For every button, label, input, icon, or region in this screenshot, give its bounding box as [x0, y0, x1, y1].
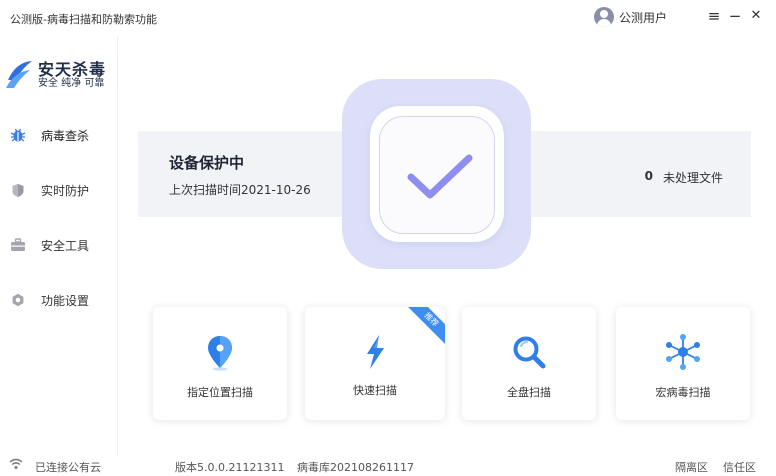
logo-mark-icon	[4, 58, 34, 92]
sidebar-item-realtime-protection[interactable]: 实时防护	[0, 172, 117, 208]
location-pin-icon	[200, 332, 240, 372]
version-label: 版本5.0.0.21121311	[175, 461, 285, 474]
tile-label: 快速扫描	[353, 384, 397, 397]
last-scan-time: 上次扫描时间2021-10-26	[169, 183, 311, 197]
quarantine-link[interactable]: 隔离区	[675, 459, 708, 475]
recommended-badge: 推荐	[403, 307, 445, 348]
sidebar-item-security-tools[interactable]: 安全工具	[0, 227, 117, 263]
virus-db-version: 病毒库202108261117	[297, 461, 414, 474]
brand-slogan: 安全 纯净 可靠	[38, 77, 105, 89]
checkmark-icon	[407, 154, 473, 199]
sidebar-item-label: 病毒查杀	[41, 128, 90, 143]
user-name[interactable]: 公测用户	[619, 9, 667, 26]
bug-icon	[10, 127, 26, 143]
tile-label: 指定位置扫描	[187, 386, 253, 399]
settings-icon	[10, 292, 26, 308]
sidebar-item-label: 功能设置	[41, 293, 90, 308]
title-bar: 公测版-病毒扫描和防勒索功能 公测用户 ≡ − ✕	[0, 0, 776, 36]
magnifier-icon	[509, 332, 549, 372]
brand-logo: 安天杀毒 安全 纯净 可靠	[4, 58, 106, 92]
close-button[interactable]: ✕	[748, 7, 764, 25]
pending-files-label: 未处理文件	[662, 171, 723, 185]
pending-files[interactable]: 0 未处理文件	[645, 169, 723, 186]
sidebar-item-virus-scan[interactable]: 病毒查杀	[0, 117, 117, 153]
cloud-connection-status: 已连接公有云	[35, 461, 101, 474]
sidebar: 安天杀毒 安全 纯净 可靠 病毒查杀 实时防护 安全工具 功能设置	[0, 36, 118, 456]
pending-files-count: 0	[644, 169, 653, 183]
toolbox-icon	[10, 237, 26, 253]
lightning-icon	[355, 332, 395, 372]
menu-button[interactable]: ≡	[706, 7, 722, 25]
sidebar-item-settings[interactable]: 功能设置	[0, 282, 117, 318]
sidebar-item-label: 安全工具	[41, 238, 90, 253]
shield-icon	[10, 182, 26, 198]
tile-label: 宏病毒扫描	[655, 386, 711, 399]
wifi-icon	[9, 458, 23, 473]
user-avatar-icon[interactable]	[594, 7, 614, 27]
custom-location-scan-tile[interactable]: 指定位置扫描	[153, 307, 287, 420]
status-bar: 已连接公有云 版本5.0.0.21121311 病毒库202108261117 …	[0, 456, 776, 476]
full-disk-scan-tile[interactable]: 全盘扫描	[462, 307, 596, 420]
minimize-button[interactable]: −	[727, 7, 743, 25]
molecule-icon	[663, 332, 703, 372]
brand-name: 安天杀毒	[38, 59, 107, 79]
protection-status-title: 设备保护中	[169, 154, 245, 172]
user-account[interactable]: 公测用户	[594, 6, 667, 28]
app-title: 公测版-病毒扫描和防勒索功能	[10, 13, 157, 26]
check-badge	[379, 116, 495, 234]
tile-label: 全盘扫描	[507, 386, 551, 399]
trust-zone-link[interactable]: 信任区	[723, 459, 756, 475]
macro-virus-scan-tile[interactable]: 宏病毒扫描	[616, 307, 750, 420]
quick-scan-tile[interactable]: 推荐 快速扫描	[305, 307, 445, 420]
sidebar-item-label: 实时防护	[41, 183, 90, 198]
